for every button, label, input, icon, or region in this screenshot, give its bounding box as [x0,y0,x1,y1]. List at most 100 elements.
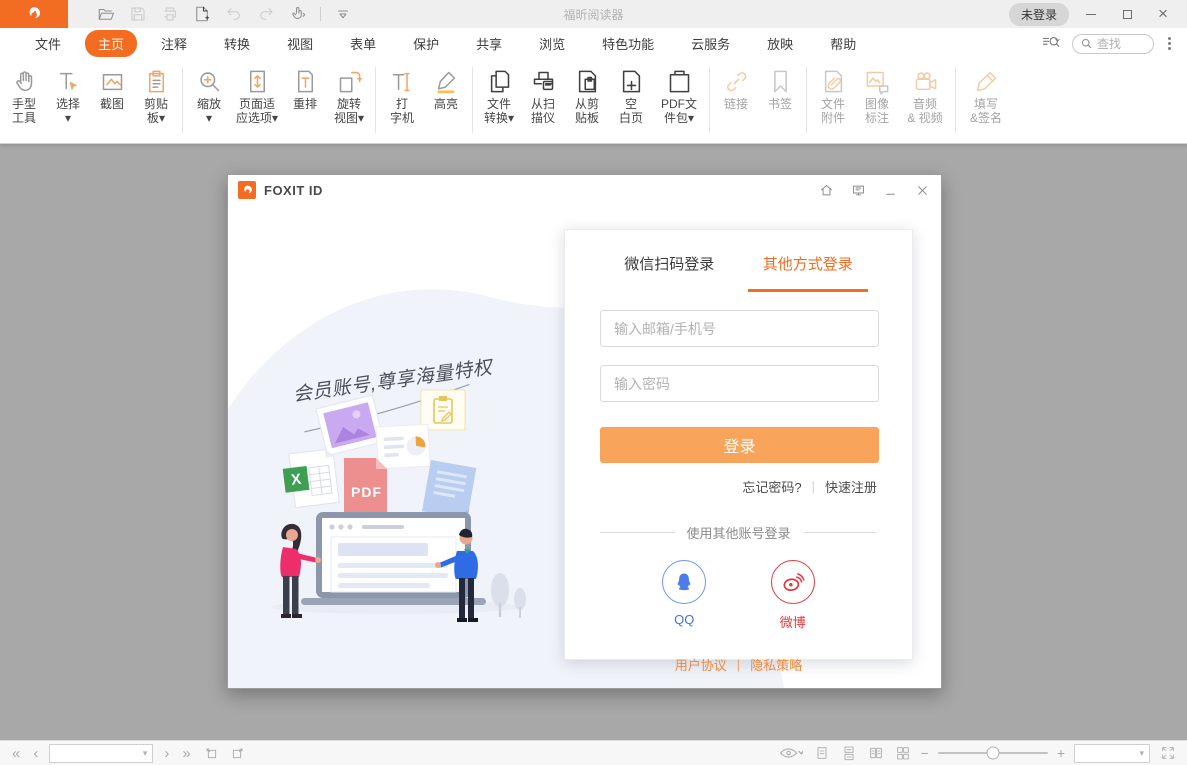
ribbon-item-link: 链接 [714,65,758,111]
page-number-combobox[interactable]: ▾ [49,744,153,763]
tab-help[interactable]: 帮助 [817,30,869,57]
previous-view-icon[interactable] [202,744,220,762]
ribbon-item-fit-page[interactable]: 页面适应选项▾ [231,65,283,125]
facing-view-icon[interactable] [867,744,885,762]
feedback-screen-icon[interactable] [847,180,869,200]
reflow-icon [292,65,319,97]
touch-mode-icon[interactable] [288,4,308,24]
hand-tool-icon [11,65,38,97]
link-separator: | [812,479,815,494]
email-phone-field[interactable] [600,310,879,347]
login-status-badge[interactable]: 未登录 [1009,3,1069,26]
fill-sign-icon [973,65,1000,97]
privacy-policy-link[interactable]: 隐私策略 [750,655,802,674]
weibo-login-button[interactable]: 微博 [771,560,815,631]
forgot-password-link[interactable]: 忘记密码? [742,477,801,496]
ribbon-item-zoom[interactable]: 缩放▾ [187,65,231,125]
zoom-out-icon[interactable]: − [921,746,929,760]
tab-browse[interactable]: 浏览 [526,30,578,57]
ribbon-group-comment: 打字机 高亮 [380,65,468,125]
dialog-close-icon[interactable] [911,180,933,200]
advanced-search-icon[interactable] [1042,34,1064,53]
ribbon-item-reflow[interactable]: 重排 [283,65,327,111]
statusbar-view-controls: − + ▾ [778,744,1177,763]
ribbon-item-blank-page[interactable]: 空白页 [609,65,653,125]
zoom-slider[interactable] [938,752,1048,754]
tab-present[interactable]: 放映 [754,30,806,57]
customize-toolbar-icon[interactable] [333,4,353,24]
new-page-icon[interactable] [192,4,212,24]
zoom-icon [196,65,223,97]
ribbon-item-pdf-portfolio[interactable]: PDF文件包▾ [653,65,705,125]
ribbon-group-links: 链接 书签 [714,65,802,111]
tab-features[interactable]: 特色功能 [589,30,667,57]
document-canvas: FOXIT ID 会员账号,尊享海量特权 [0,144,1187,740]
tab-wechat-scan-login[interactable]: 微信扫码登录 [600,253,739,292]
view-mode-icon[interactable] [778,744,804,762]
tab-other-login[interactable]: 其他方式登录 [739,253,878,292]
pdf-portfolio-icon [666,65,693,97]
qq-label: QQ [674,612,694,627]
tab-view[interactable]: 视图 [274,30,326,57]
open-file-icon[interactable] [96,4,116,24]
ribbon-item-rotate-view[interactable]: 旋转视图▾ [327,65,371,125]
ribbon-separator [955,67,956,133]
single-page-view-icon[interactable] [813,744,831,762]
ribbon-item-typewriter[interactable]: 打字机 [380,65,424,125]
qq-login-button[interactable]: QQ [662,560,706,631]
user-agreement-link[interactable]: 用户协议 [675,655,727,674]
ribbon-group-tools: 手型工具 选择▾ 截图 剪贴板▾ [2,65,178,125]
login-button[interactable]: 登录 [600,427,879,463]
close-button[interactable]: × [1149,3,1177,25]
more-options-icon[interactable] [1162,35,1177,52]
print-icon [160,4,180,24]
rotate-view-icon [336,65,363,97]
tab-cloud[interactable]: 云服务 [678,30,743,57]
ribbon-separator [375,67,376,133]
tab-protect[interactable]: 保护 [400,30,452,57]
ribbon-item-highlight[interactable]: 高亮 [424,65,468,111]
tab-file[interactable]: 文件 [22,30,74,57]
foxit-id-logo [238,181,256,199]
next-page-icon[interactable]: › [162,746,171,761]
quick-register-link[interactable]: 快速注册 [825,477,877,496]
ribbon-item-from-clipboard[interactable]: 从剪贴板 [565,65,609,125]
tab-comment[interactable]: 注释 [148,30,200,57]
zoom-in-icon[interactable]: + [1057,746,1065,760]
first-page-icon[interactable]: « [10,746,22,761]
ribbon-item-snapshot[interactable]: 截图 [90,65,134,111]
ribbon-item-file-convert[interactable]: 文件转换▾ [477,65,521,125]
ribbon-item-select[interactable]: 选择▾ [46,65,90,125]
tab-convert[interactable]: 转换 [211,30,263,57]
tab-share[interactable]: 共享 [463,30,515,57]
highlight-icon [433,65,460,97]
dialog-minimize-icon[interactable] [879,180,901,200]
tab-home[interactable]: 主页 [85,30,137,57]
titlebar-right: 未登录 × [1009,3,1187,26]
zoom-level-combobox[interactable]: ▾ [1074,744,1150,763]
ribbon-item-from-scanner[interactable]: 从扫描仪 [521,65,565,125]
home-icon[interactable] [815,180,837,200]
typewriter-icon [389,65,416,97]
ribbon-item-clipboard[interactable]: 剪贴板▾ [134,65,178,125]
bookmark-icon [767,65,794,97]
fullscreen-icon[interactable] [1159,744,1177,762]
login-card: 微信扫码登录 其他方式登录 登录 忘记密码? | 快速注册 使用其他账号登录 [564,229,913,660]
minimize-button[interactable] [1077,3,1105,25]
ribbon-item-image-annotation: 图像标注 [855,65,899,125]
ribbon-item-hand-tool[interactable]: 手型工具 [2,65,46,125]
previous-page-icon[interactable]: ‹ [31,746,40,761]
maximize-button[interactable] [1113,3,1141,25]
zoom-slider-knob[interactable] [986,747,999,760]
tab-form[interactable]: 表单 [337,30,389,57]
excel-x-glyph: X [290,471,302,489]
facing-continuous-view-icon[interactable] [894,744,912,762]
continuous-view-icon[interactable] [840,744,858,762]
search-input[interactable] [1097,37,1143,51]
select-tool-icon [55,65,82,97]
next-view-icon[interactable] [229,744,247,762]
undo-icon [224,4,244,24]
last-page-icon[interactable]: » [180,746,192,761]
search-box[interactable] [1072,34,1154,54]
password-field[interactable] [600,365,879,402]
